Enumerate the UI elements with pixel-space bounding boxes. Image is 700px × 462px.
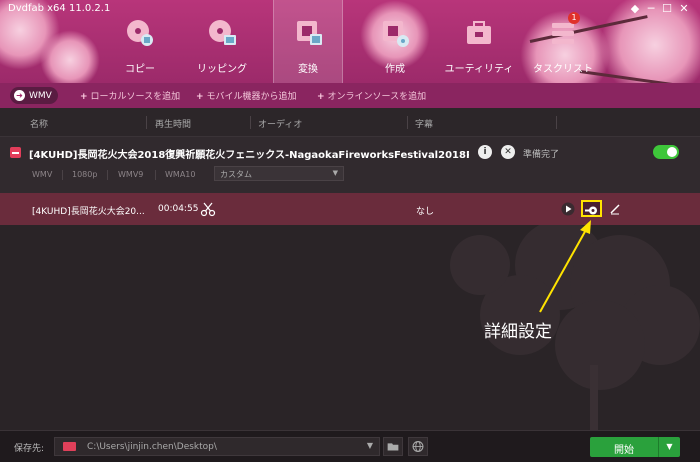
output-path-field[interactable]: C:\Users\jinjin.chen\Desktop\ ▼ [54, 437, 380, 456]
chevron-down-icon[interactable]: ▼ [658, 437, 680, 457]
annotation-arrow [539, 220, 591, 313]
folder-open-icon [387, 443, 399, 451]
annotation-label: 詳細設定 [484, 322, 552, 342]
bottom-bar: 保存先: C:\Users\jinjin.chen\Desktop\ ▼ 開始 … [0, 430, 700, 462]
globe-button[interactable] [408, 437, 428, 456]
start-label: 開始 [614, 445, 634, 456]
start-button[interactable]: 開始 ▼ [590, 437, 680, 457]
globe-icon [412, 441, 424, 452]
folder-icon [63, 442, 76, 451]
browse-folder-button[interactable] [383, 437, 403, 456]
save-to-label: 保存先: [14, 444, 45, 454]
chevron-down-icon[interactable]: ▼ [367, 441, 373, 450]
output-path: C:\Users\jinjin.chen\Desktop\ [87, 442, 217, 452]
